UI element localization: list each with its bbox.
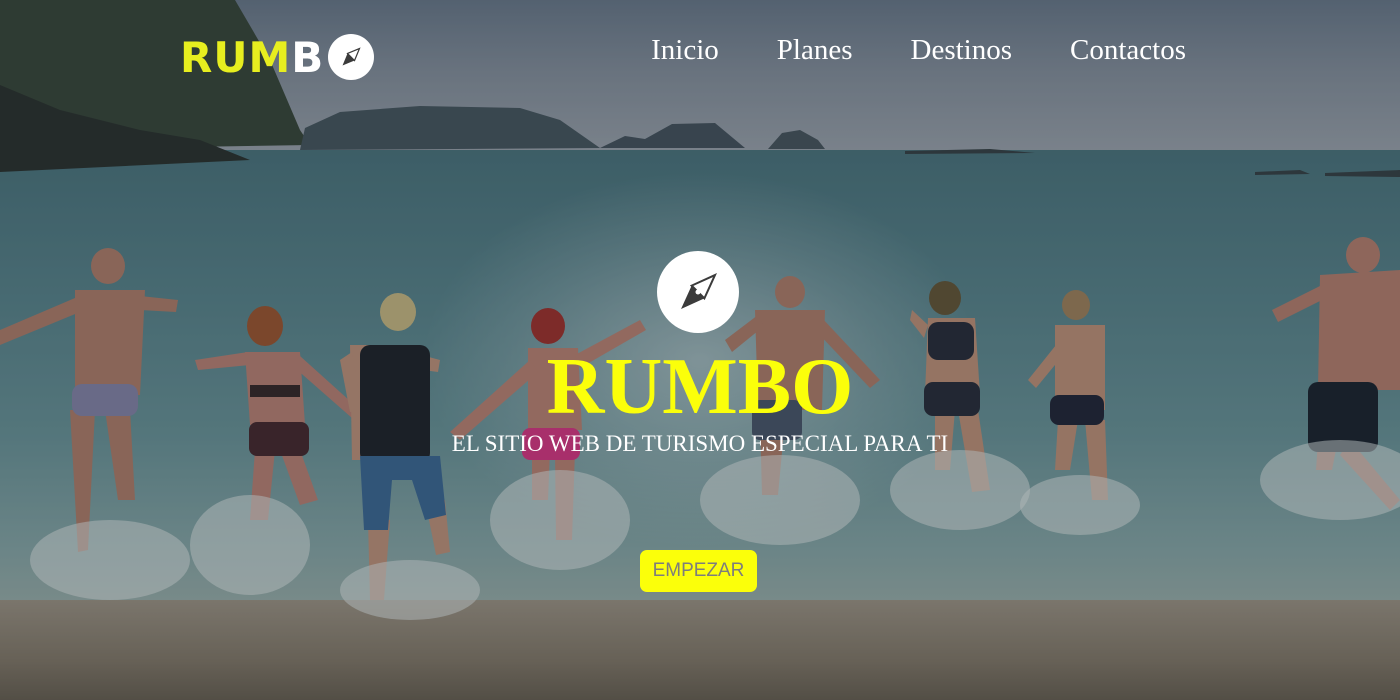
logo-text: B: [291, 32, 325, 82]
site-logo[interactable]: RUM B: [180, 32, 375, 82]
nav-destinos[interactable]: Destinos: [911, 34, 1013, 67]
hero-subtitle: EL SITIO WEB DE TURISMO ESPECIAL PARA TI: [451, 431, 949, 456]
nav-planes[interactable]: Planes: [777, 34, 853, 67]
start-button[interactable]: EMPEZAR: [640, 550, 757, 592]
nav-contactos[interactable]: Contactos: [1070, 34, 1186, 67]
hero-title: RUMBO: [546, 343, 854, 431]
nav-inicio[interactable]: Inicio: [651, 34, 719, 67]
main-nav: Inicio Planes Destinos Contactos: [651, 34, 1186, 67]
compass-icon: [657, 251, 739, 333]
compass-icon: [328, 34, 375, 80]
logo-text-accent: RUM: [180, 32, 292, 82]
